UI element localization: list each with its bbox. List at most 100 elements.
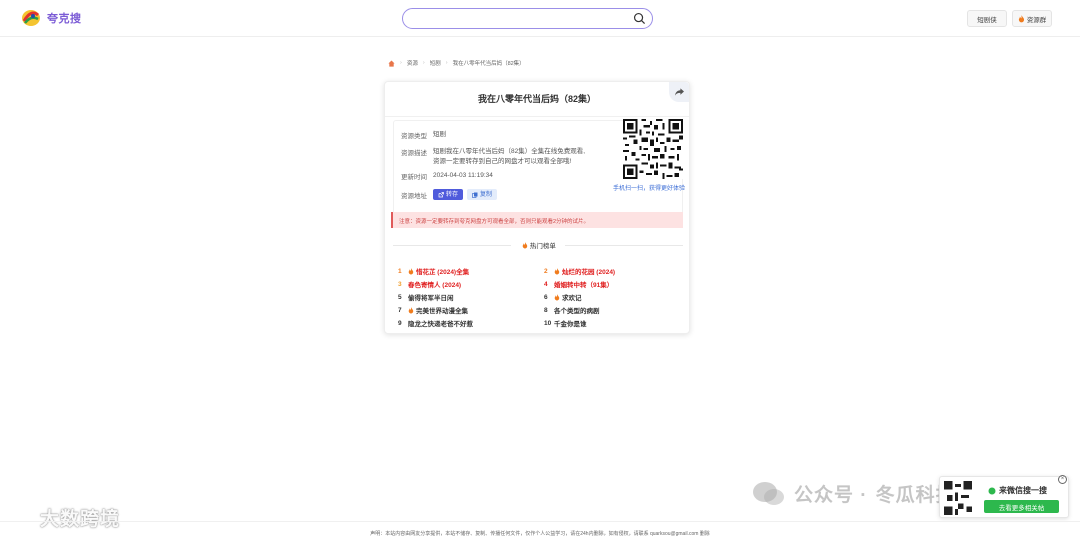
hot-list-item[interactable]: 9 隐龙之快递老爸不好惹	[398, 318, 536, 329]
hot-list-item[interactable]: 8 各个类型的病剧	[544, 305, 682, 316]
hot-item-title: 完美世界动漫全集	[416, 308, 468, 315]
desc-label: 资源描述	[401, 150, 427, 157]
hot-item-title: 灿烂的花园 (2024)	[562, 269, 616, 276]
resource-group-button[interactable]: 资源群	[1012, 10, 1052, 27]
desc-line-2: 资源一定要转存到自己的网盘才可以观看全部哦!	[433, 158, 572, 165]
copy-icon	[472, 192, 478, 198]
share-button[interactable]	[669, 82, 689, 102]
breadcrumb-item-shortdrama[interactable]: 短剧	[430, 59, 441, 67]
time-label: 更新时间	[401, 174, 427, 181]
hot-item-title: 求欢记	[562, 295, 582, 302]
hot-list-item[interactable]: 2 灿烂的花园 (2024)	[544, 266, 682, 276]
hot-list-item[interactable]: 5 偷得将军半日闲	[398, 292, 536, 303]
breadcrumb-item-resource[interactable]: 资源	[407, 59, 418, 67]
divider	[565, 245, 683, 246]
hot-list-title: 热门榜单	[519, 240, 559, 250]
hot-list-title-text: 热门榜单	[529, 243, 556, 250]
hot-list-header: 热门榜单	[393, 240, 683, 250]
top-header: 夸克搜 短剧侠 资源群	[0, 0, 1080, 37]
hot-item-rank: 8	[544, 306, 548, 314]
info-box: 资源类型 短剧 资源描述 短剧我在八零年代当后妈（82集）全集在线免费观看, 资…	[393, 119, 685, 226]
hot-item-rank: 7	[398, 306, 402, 314]
search-input[interactable]	[413, 10, 633, 27]
watermark-right: 公众号 · 冬瓜科技	[752, 480, 956, 507]
fire-icon	[554, 293, 560, 300]
hot-item-rank: 2	[544, 267, 548, 275]
hot-item-title: 惜花芷 (2024)全集	[416, 269, 470, 276]
hot-item-rank: 4	[544, 280, 548, 288]
notice-banner: 注意：资源一定要转存到夸克网盘方可观看全部，否则只能观看2分钟的试片。	[391, 212, 683, 228]
popup-label: 来微信搜一搜	[988, 485, 1047, 496]
fire-icon	[408, 267, 414, 274]
hot-item-rank: 3	[398, 280, 402, 288]
fire-icon	[522, 242, 528, 249]
breadcrumb: › 资源 › 短剧 › 我在八零年代当后妈（82集）	[388, 59, 525, 67]
qr-code	[623, 119, 683, 179]
fire-icon	[554, 267, 560, 274]
popup-label-text: 来微信搜一搜	[999, 486, 1047, 495]
wechat-icon	[753, 481, 784, 505]
divider	[393, 245, 511, 246]
fire-icon	[408, 306, 414, 313]
type-label: 资源类型	[401, 133, 427, 140]
desc-line-1: 短剧我在八零年代当后妈（82集）全集在线免费观看,	[433, 148, 586, 155]
footer: 声明：本站内容由网友分享提供，本站不储存、复制、传播任何文件，仅作个人公益学习，…	[0, 521, 1080, 542]
qr-caption: 手机扫一扫，获得更好体验	[612, 186, 685, 192]
breadcrumb-separator: ›	[445, 60, 448, 66]
hot-item-rank: 6	[544, 293, 548, 301]
hot-list-item[interactable]: 7 完美世界动漫全集	[398, 305, 536, 315]
hot-item-rank: 5	[398, 293, 402, 301]
breadcrumb-separator: ›	[400, 60, 402, 66]
fire-icon	[1018, 14, 1024, 22]
footer-disclaimer: 声明：本站内容由网友分享提供，本站不储存、复制、传播任何文件，仅作个人公益学习，…	[370, 531, 710, 537]
divider	[385, 116, 689, 117]
hot-item-title: 各个类型的病剧	[554, 308, 600, 315]
desc-value: 短剧我在八零年代当后妈（82集）全集在线免费观看, 资源一定要转存到自己的网盘才…	[433, 147, 585, 167]
address-row: 资源地址 转存 复制	[401, 189, 498, 200]
logo-icon	[22, 10, 40, 26]
hot-list-item[interactable]: 6 求欢记	[544, 292, 682, 302]
popup-button-label: 去看更多相关帖	[998, 504, 1045, 512]
breadcrumb-item-current: 我在八零年代当后妈（82集）	[452, 61, 525, 67]
hot-item-title: 婚姻转中转（91集）	[554, 282, 614, 289]
resource-group-label: 资源群	[1026, 16, 1047, 24]
share-icon	[674, 88, 684, 96]
hot-item-title: 偷得将军半日闲	[408, 295, 454, 302]
wechat-search-popup: 来微信搜一搜 去看更多相关帖 ×	[939, 475, 1069, 518]
hot-list-item[interactable]: 3 春色寄情人 (2024)	[398, 279, 536, 290]
copy-button-label: 复制	[480, 191, 493, 198]
type-row: 资源类型 短剧	[401, 130, 446, 140]
popup-view-more-button[interactable]: 去看更多相关帖	[984, 500, 1059, 513]
hot-item-rank: 1	[398, 267, 402, 275]
hot-item-rank: 9	[398, 319, 402, 327]
logo[interactable]: 夸克搜	[21, 9, 82, 27]
copy-button[interactable]: 复制	[467, 189, 498, 200]
external-link-icon	[438, 191, 444, 197]
qr-code	[944, 481, 972, 515]
close-icon[interactable]: ×	[1058, 475, 1067, 484]
page-title: 我在八零年代当后妈（82集）	[477, 94, 596, 104]
type-value: 短剧	[433, 131, 446, 138]
hot-list-item[interactable]: 1 惜花芷 (2024)全集	[398, 266, 536, 276]
hot-list-item[interactable]: 10 千金你是谁	[544, 318, 682, 329]
watermark-right-prefix: 公众号 ·	[794, 485, 868, 506]
save-button-label: 转存	[446, 191, 459, 198]
save-button[interactable]: 转存	[433, 189, 464, 200]
address-label: 资源地址	[401, 193, 427, 200]
shortdrama-button-label: 短剧侠	[977, 16, 997, 24]
shortdrama-button[interactable]: 短剧侠	[967, 10, 1007, 27]
hot-item-title: 千金你是谁	[554, 321, 587, 328]
resource-card: 我在八零年代当后妈（82集） 资源类型 短剧 资源描述 短剧我在八零年代当后妈（…	[384, 81, 690, 334]
hot-item-title: 隐龙之快递老爸不好惹	[408, 321, 473, 328]
search-box	[402, 8, 653, 29]
search-icon[interactable]	[633, 12, 646, 25]
hot-item-title: 春色寄情人 (2024)	[408, 282, 462, 289]
time-value: 2024-04-03 11:19:34	[433, 172, 493, 179]
desc-row: 资源描述 短剧我在八零年代当后妈（82集）全集在线免费观看, 资源一定要转存到自…	[401, 147, 585, 167]
breadcrumb-separator: ›	[422, 60, 425, 66]
hot-list-item[interactable]: 4 婚姻转中转（91集）	[544, 279, 682, 290]
address-actions: 转存 复制	[433, 189, 498, 200]
hot-item-rank: 10	[544, 319, 552, 327]
wechat-search-icon	[988, 487, 996, 494]
home-icon[interactable]	[388, 59, 395, 67]
